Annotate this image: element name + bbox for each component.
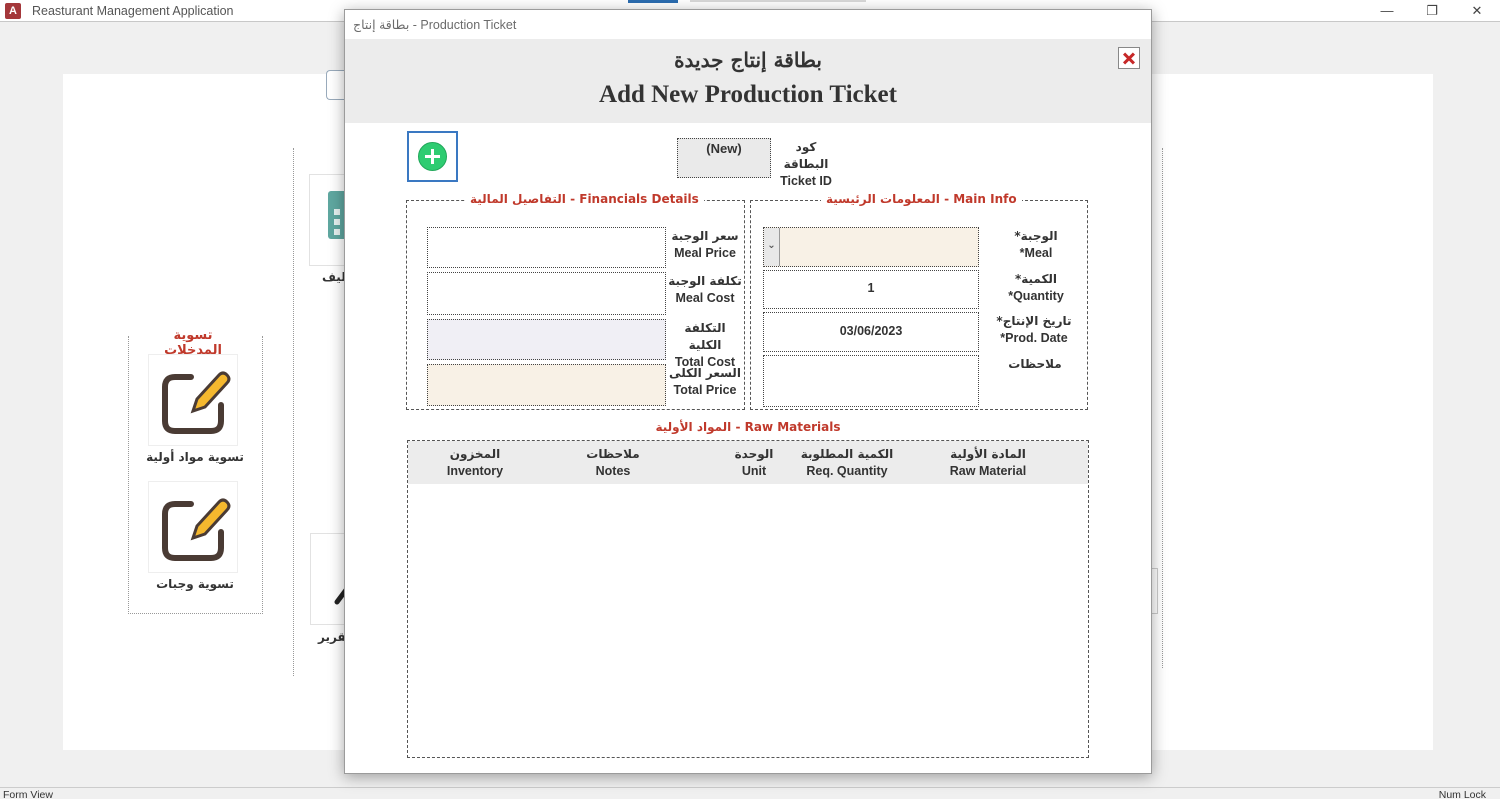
statusbar: Form View Num Lock	[0, 787, 1500, 799]
meal-cost-field[interactable]	[427, 272, 666, 315]
access-logo-icon: A	[5, 3, 21, 19]
background-frame-edge	[1152, 568, 1158, 614]
total-price-field[interactable]	[427, 364, 666, 406]
column-raw-material[interactable]: المادة الأولية Raw Material	[928, 446, 1048, 480]
app-close-button[interactable]: ✕	[1462, 2, 1492, 20]
raw-material-settlement-tile[interactable]	[148, 354, 238, 446]
tab-strip	[690, 0, 866, 2]
status-view-mode: Form View	[3, 789, 53, 799]
financials-group-title: التفاصيل المالية - Financials Details	[465, 192, 704, 206]
column-inventory[interactable]: المخزون Inventory	[428, 446, 522, 480]
status-num-lock: Num Lock	[1438, 789, 1486, 799]
close-icon[interactable]	[1118, 47, 1140, 69]
active-tab-indicator	[628, 0, 678, 3]
raw-materials-title: المواد الأولية - Raw Materials	[655, 420, 841, 434]
form-header: بطاقة إنتاج جديدة Add New Production Tic…	[345, 39, 1151, 123]
ticket-id-field[interactable]: (New)	[677, 138, 771, 178]
raw-materials-subform[interactable]: المخزون Inventory ملاحظات Notes الوحدة U…	[407, 440, 1089, 758]
minimize-button[interactable]: —	[1372, 2, 1402, 20]
meal-cost-label: تكلفة الوجبة Meal Cost	[668, 274, 742, 305]
edit-icon	[162, 498, 231, 561]
total-cost-label: التكلفة الكلية Total Cost	[674, 321, 736, 369]
meals-settlement-label: تسوية وجبات	[156, 577, 234, 591]
quantity-field[interactable]: 1	[763, 270, 979, 309]
notes-label: ملاحظات	[1008, 357, 1062, 371]
plus-icon	[418, 142, 447, 171]
header-title-english: Add New Production Ticket	[599, 81, 897, 108]
meal-combo[interactable]: ⌄	[763, 227, 979, 267]
column-notes[interactable]: ملاحظات Notes	[568, 446, 658, 480]
edit-icon	[162, 371, 231, 434]
production-ticket-dialog: بطاقة إنتاج - Production Ticket بطاقة إن…	[344, 9, 1152, 774]
raw-materials-header: المخزون Inventory ملاحظات Notes الوحدة U…	[408, 441, 1088, 484]
meal-label: الوجبة* *Meal	[1014, 229, 1058, 260]
meal-price-label: سعر الوجبة Meal Price	[671, 229, 739, 260]
layout-guide	[1162, 148, 1164, 668]
dialog-title: بطاقة إنتاج - Production Ticket	[353, 18, 517, 32]
ticket-id-label: كود البطاقة Ticket ID	[780, 140, 832, 188]
add-new-button[interactable]	[407, 131, 458, 182]
app-title: Reasturant Management Application	[32, 4, 234, 18]
chevron-down-icon[interactable]: ⌄	[764, 228, 780, 266]
meal-price-field[interactable]	[427, 227, 666, 268]
quantity-label: الكمية* *Quantity	[1008, 272, 1064, 303]
column-req-quantity[interactable]: الكمية المطلوبة Req. Quantity	[796, 446, 898, 480]
restore-button[interactable]: ❐	[1417, 2, 1447, 20]
meals-settlement-tile[interactable]	[148, 481, 238, 573]
prod-date-label: تاريخ الإنتاج* *Prod. Date	[996, 314, 1072, 345]
dialog-titlebar[interactable]: بطاقة إنتاج - Production Ticket	[345, 10, 1151, 39]
main-info-group-title: المعلومات الرئيسية - Main Info	[821, 192, 1022, 206]
notes-field[interactable]	[763, 355, 979, 407]
header-title-arabic: بطاقة إنتاج جديدة	[674, 48, 822, 72]
costs-tile[interactable]	[309, 174, 350, 266]
total-price-label: السعر الكلى Total Price	[669, 366, 741, 397]
prod-date-field[interactable]: 03/06/2023	[763, 312, 979, 352]
column-unit[interactable]: الوحدة Unit	[714, 446, 794, 480]
total-cost-field[interactable]	[427, 319, 666, 360]
raw-material-settlement-label: تسوية مواد أولية	[146, 450, 244, 464]
